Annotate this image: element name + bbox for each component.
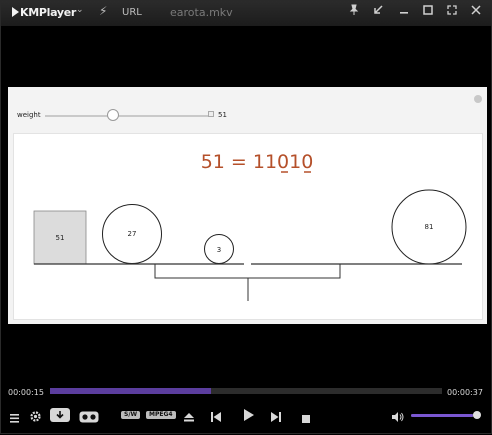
play-icon[interactable]: [242, 407, 255, 426]
eject-icon[interactable]: [183, 408, 195, 427]
total-time: 00:00:37: [447, 388, 483, 397]
applet-settings-icon[interactable]: [474, 95, 482, 103]
gear-icon[interactable]: [29, 408, 42, 427]
circle-3-label: 3: [217, 246, 221, 254]
seek-bar-progress: [50, 388, 211, 394]
weight-slider-knob[interactable]: [107, 109, 119, 121]
slider-toggle-icon[interactable]: [208, 111, 214, 117]
volume-knob[interactable]: [473, 411, 481, 419]
balance-drawing: 51 = 11010 51 27 3 81: [33, 151, 467, 301]
play-logo-icon: [12, 7, 19, 17]
window-title-filename: earota.mkv: [170, 6, 233, 19]
bolt-icon[interactable]: ⚡: [99, 4, 107, 18]
previous-icon[interactable]: [210, 408, 222, 427]
minimize-icon[interactable]: [395, 4, 413, 22]
playlist-icon[interactable]: [9, 409, 20, 428]
url-button[interactable]: URL: [122, 7, 142, 18]
download-icon[interactable]: [50, 407, 70, 426]
volume-slider[interactable]: [411, 414, 478, 417]
title-bar: KMPlayer ⌄ ⚡ URL earota.mkv: [1, 1, 491, 26]
equation-text: 51 = 11010: [201, 151, 314, 173]
maximize-icon[interactable]: [419, 4, 437, 22]
balance-beam: [154, 264, 341, 279]
stop-icon[interactable]: [301, 409, 311, 428]
circle-27-label: 27: [128, 230, 137, 238]
square-label: 51: [56, 234, 65, 242]
codec-badge[interactable]: MPEG4: [146, 411, 176, 419]
control-bar: S/W MPEG4: [1, 399, 491, 435]
elapsed-time: 00:00:15: [8, 388, 44, 397]
mini-mode-icon[interactable]: [369, 4, 387, 22]
kmplayer-logo[interactable]: KMPlayer: [12, 6, 76, 19]
volume-level: [411, 414, 473, 417]
brand-label: KMPlayer: [20, 6, 77, 19]
seek-area: 00:00:15 00:00:37: [1, 385, 491, 399]
video-frame: weight 51 51 = 11010 51 27 3 81: [8, 87, 487, 324]
close-icon[interactable]: [467, 4, 485, 22]
circle-81-label: 81: [425, 223, 434, 231]
weight-label: weight: [17, 111, 41, 119]
fullscreen-icon[interactable]: [443, 4, 461, 22]
weight-value: 51: [218, 111, 227, 119]
speaker-icon[interactable]: [391, 408, 405, 427]
weight-slider-track[interactable]: [45, 115, 208, 117]
menu-chevron-down-icon[interactable]: ⌄: [76, 5, 84, 15]
seek-bar[interactable]: [50, 388, 442, 394]
kmplayer-window: KMPlayer ⌄ ⚡ URL earota.mkv weight 51 51…: [0, 0, 492, 434]
next-icon[interactable]: [270, 408, 282, 427]
sw-decoder-badge[interactable]: S/W: [121, 411, 141, 419]
pin-icon[interactable]: [345, 4, 363, 22]
vr-glasses-icon[interactable]: [79, 408, 99, 427]
balance-canvas: 51 = 11010 51 27 3 81: [13, 133, 483, 320]
